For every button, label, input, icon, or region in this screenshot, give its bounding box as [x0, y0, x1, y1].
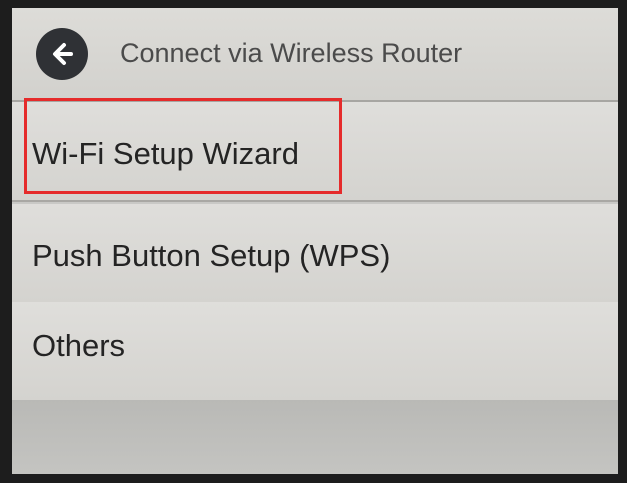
back-button[interactable]: [36, 28, 88, 80]
menu-item-others[interactable]: Others: [12, 302, 618, 402]
screen-footer: [12, 400, 618, 474]
screen-header: Connect via Wireless Router: [12, 8, 618, 102]
page-title: Connect via Wireless Router: [120, 38, 463, 68]
menu-item-label: Others: [32, 328, 126, 363]
menu-item-label: Push Button Setup (WPS): [32, 238, 391, 273]
device-bezel: Connect via Wireless Router Wi-Fi Setup …: [0, 0, 627, 483]
menu-item-push-button-setup[interactable]: Push Button Setup (WPS): [12, 204, 618, 304]
highlight-annotation: [24, 98, 342, 194]
printer-screen: Connect via Wireless Router Wi-Fi Setup …: [12, 8, 618, 474]
arrow-left-icon: [53, 43, 73, 65]
